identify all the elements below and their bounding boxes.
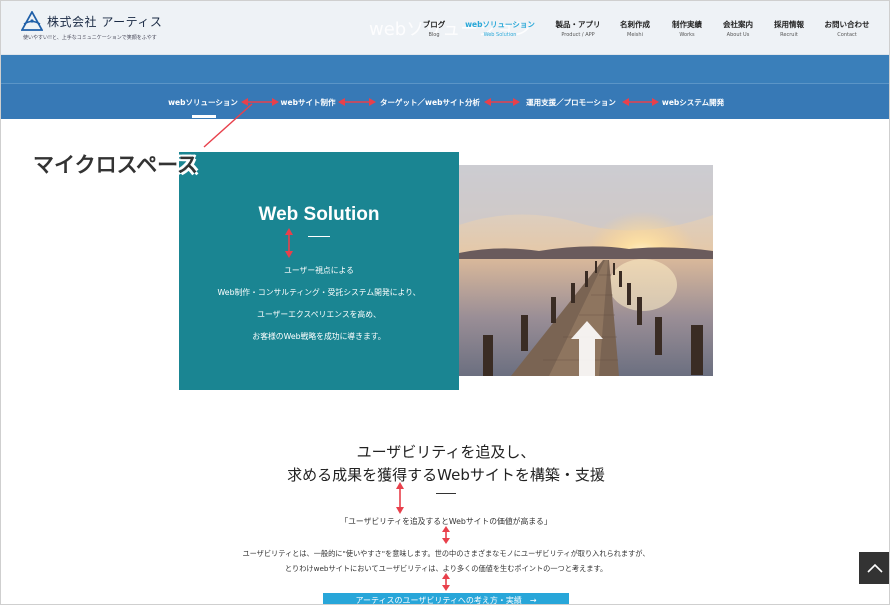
subnav-item-site-production[interactable]: webサイト制作: [281, 97, 336, 108]
gnav-item-sublabel: Works: [679, 32, 695, 38]
gnav-item-recruit[interactable]: 採用情報 Recruit: [774, 19, 804, 38]
hero-description: ユーザー視点による Web制作・コンサルティング・受託システム開発により、 ユー…: [179, 260, 459, 348]
gnav-item-contact[interactable]: お問い合わせ Contact: [825, 19, 870, 38]
gnav-item-label: 制作実績: [672, 20, 702, 29]
gnav-item-label: ブログ: [422, 20, 446, 29]
gnav-item-sublabel: Web Solution: [483, 32, 517, 38]
body-line: ユーザビリティとは、一般的に"使いやすさ"を意味します。世の中のさまざまなモノに…: [242, 549, 650, 558]
hero-line: お客様のWeb戦略を成功に導きます。: [252, 332, 386, 341]
hero-line: Web制作・コンサルティング・受託システム開発により、: [217, 288, 421, 297]
gnav-item-meishi[interactable]: 名刺作成 Meishi: [620, 19, 650, 38]
gnav-item-label: 製品・アプリ: [555, 20, 601, 29]
pier-sunset-image-icon: [459, 165, 713, 376]
section-quote: 「ユーザビリティを追及するとWebサイトの価値が高まる」: [340, 517, 552, 526]
section-heading: ユーザビリティを追及し、 求める成果を獲得するWebサイトを構築・支援: [1, 441, 889, 487]
heading-line: ユーザビリティを追及し、: [356, 443, 536, 461]
hero-line: ユーザー視点による: [284, 266, 354, 275]
gnav-item-web-solution[interactable]: webソリューション Web Solution: [465, 19, 535, 38]
hero-divider: [308, 236, 330, 237]
gnav-item-sublabel: Recruit: [780, 32, 798, 38]
chevron-up-icon: [867, 563, 883, 573]
logo-mark-icon: [21, 11, 43, 31]
annotation-label: マイクロスペース: [33, 153, 199, 177]
section-body: ユーザビリティとは、一般的に"使いやすさ"を意味します。世の中のさまざまなモノに…: [1, 546, 889, 576]
logo-company-name: 株式会社 アーティス: [47, 15, 163, 29]
gnav-item-blog[interactable]: ブログ Blog: [423, 19, 446, 38]
hero-title: Web Solution: [258, 204, 380, 225]
subnav-active-indicator: [192, 115, 216, 118]
usability-cta-button[interactable]: アーティスのユーザビリティへの考え方・実績 →: [323, 593, 569, 604]
subnav-item-system-development[interactable]: webシステム開発: [662, 97, 724, 108]
heading-divider: [436, 493, 456, 494]
gnav-item-label: 名刺作成: [620, 20, 650, 29]
page-top-button[interactable]: [859, 552, 889, 584]
pier-sunset-photo: [459, 165, 713, 376]
gnav-item-label: 会社案内: [723, 20, 753, 29]
subnav-item-target-analysis[interactable]: ターゲット／webサイト分析: [380, 97, 480, 108]
gnav-item-sublabel: About Us: [726, 32, 750, 38]
gnav-item-sublabel: Meishi: [627, 32, 643, 38]
gnav-item-label: お問い合わせ: [824, 20, 870, 29]
page-title-band: [1, 55, 889, 83]
gnav-item-works[interactable]: 制作実績 Works: [672, 19, 702, 38]
gnav-item-label: 採用情報: [774, 20, 804, 29]
site-header: 株式会社 アーティス 使いやすい!!と、上手なコミュニケーションで笑顔をふやす …: [1, 1, 889, 55]
gnav-item-about[interactable]: 会社案内 About Us: [723, 19, 753, 38]
sub-nav: webソリューション webサイト制作 ターゲット／webサイト分析 運用支援／…: [1, 97, 889, 108]
gnav-item-sublabel: Contact: [837, 32, 857, 38]
hero-line: ユーザーエクスペリエンスを高め、: [257, 310, 381, 319]
subnav-item-web-solution[interactable]: webソリューション: [168, 97, 238, 108]
page-frame: 株式会社 アーティス 使いやすい!!と、上手なコミュニケーションで笑顔をふやす …: [0, 0, 890, 605]
subnav-item-operation-promotion[interactable]: 運用支援／プロモーション: [526, 97, 616, 108]
gnav-item-sublabel: Blog: [428, 32, 440, 38]
body-line: とりわけwebサイトにおいてユーザビリティは、より多くの価値を生むポイントの一つ…: [284, 564, 608, 573]
gnav-item-sublabel: Product / APP: [561, 32, 595, 38]
heading-line: 求める成果を獲得するWebサイトを構築・支援: [287, 466, 605, 484]
gnav-item-label: webソリューション: [465, 20, 535, 29]
logo-tagline: 使いやすい!!と、上手なコミュニケーションで笑顔をふやす: [23, 35, 157, 41]
gnav-item-product[interactable]: 製品・アプリ Product / APP: [556, 19, 601, 38]
hero-text-box: Web Solution ユーザー視点による Web制作・コンサルティング・受託…: [179, 152, 459, 390]
